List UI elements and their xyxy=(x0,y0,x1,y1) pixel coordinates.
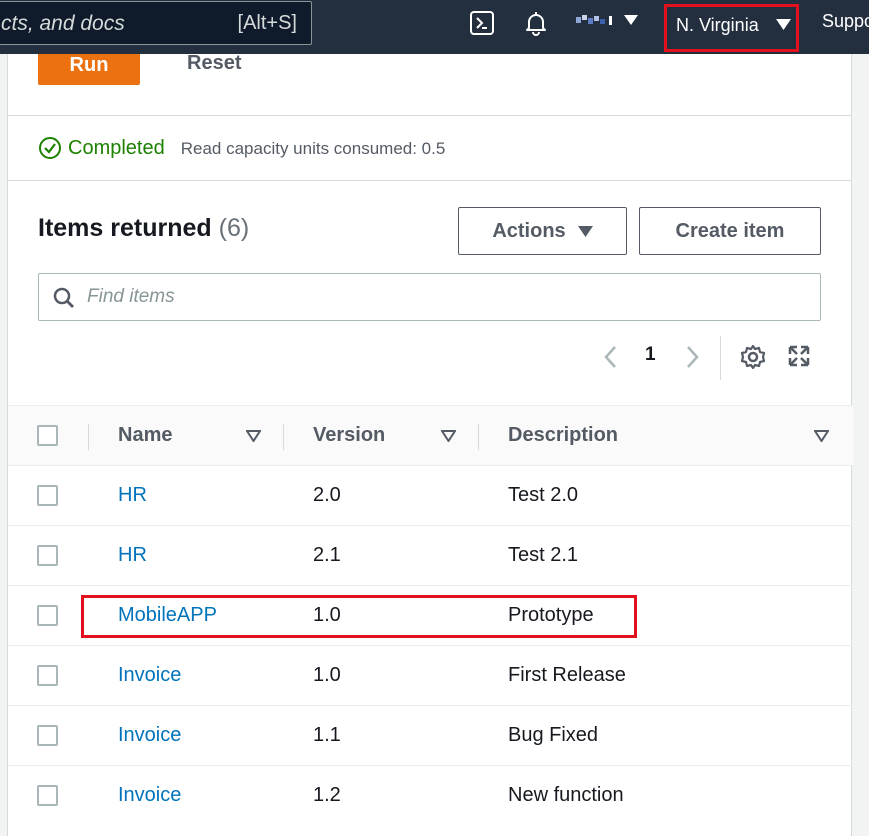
item-link[interactable]: Invoice xyxy=(118,664,181,686)
sort-icon[interactable] xyxy=(441,430,456,442)
actions-button[interactable]: Actions xyxy=(458,207,627,255)
search-input-text: cts, and docs xyxy=(1,12,125,35)
row-select-cell xyxy=(8,705,88,766)
query-status: Completed Read capacity units consumed: … xyxy=(38,136,445,160)
item-link[interactable]: Invoice xyxy=(118,724,181,746)
column-header-label: Description xyxy=(508,424,619,446)
row-select-cell xyxy=(8,525,88,586)
row-checkbox[interactable] xyxy=(37,605,58,627)
item-link[interactable]: HR xyxy=(118,484,147,506)
table-row[interactable]: HR 2.1 Test 2.1 xyxy=(8,525,853,586)
previous-page-icon[interactable] xyxy=(603,345,617,369)
items-table: Name Version Description HR 2.0 Test 2.0… xyxy=(8,405,853,826)
check-circle-icon xyxy=(39,137,61,159)
column-separator xyxy=(283,424,284,450)
items-title: Items returned xyxy=(38,214,212,242)
name-cell: Invoice xyxy=(88,765,283,826)
name-cell: Invoice xyxy=(88,645,283,706)
chevron-down-icon xyxy=(577,225,593,237)
row-select-cell xyxy=(8,645,88,706)
reset-button[interactable]: Reset xyxy=(187,52,241,75)
version-cell: 1.1 xyxy=(283,705,478,766)
table-header-row: Name Version Description xyxy=(8,405,853,466)
table-row[interactable]: Invoice 1.0 First Release xyxy=(8,645,853,706)
column-header-description[interactable]: Description xyxy=(478,405,853,466)
name-cell: HR xyxy=(88,465,283,526)
cloudshell-icon[interactable] xyxy=(469,10,495,36)
row-checkbox[interactable] xyxy=(37,725,58,747)
fullscreen-icon[interactable] xyxy=(787,344,811,368)
version-cell: 2.0 xyxy=(283,465,478,526)
gear-icon[interactable] xyxy=(740,344,766,370)
account-avatar-icon xyxy=(576,15,612,25)
description-cell: Prototype xyxy=(478,585,853,646)
row-checkbox[interactable] xyxy=(37,545,58,567)
bell-icon[interactable] xyxy=(523,10,549,36)
description-cell: New function xyxy=(478,765,853,826)
column-separator xyxy=(478,424,479,450)
row-select-cell xyxy=(8,585,88,646)
account-menu[interactable] xyxy=(576,13,638,27)
row-select-cell xyxy=(8,765,88,826)
search-shortcut-hint: [Alt+S] xyxy=(237,12,297,34)
region-chevron-down-icon xyxy=(775,19,791,30)
divider xyxy=(8,180,851,181)
region-selector[interactable]: N. Virginia xyxy=(664,4,799,52)
status-text: Completed xyxy=(68,136,165,159)
items-count: (6) xyxy=(218,214,250,242)
find-items-input[interactable]: Find items xyxy=(38,273,821,321)
name-cell: MobileAPP xyxy=(88,585,283,646)
divider xyxy=(8,115,851,116)
description-cell: First Release xyxy=(478,645,853,706)
column-separator xyxy=(88,424,89,450)
item-link[interactable]: Invoice xyxy=(118,784,181,806)
select-all-checkbox[interactable] xyxy=(37,425,58,447)
run-button[interactable]: Run xyxy=(38,54,140,85)
actions-label: Actions xyxy=(492,219,566,242)
table-row[interactable]: Invoice 1.1 Bug Fixed xyxy=(8,705,853,766)
items-heading: Items returned (6) xyxy=(38,214,249,243)
column-header-label: Name xyxy=(118,424,173,446)
search-icon xyxy=(53,287,74,308)
table-row[interactable]: MobileAPP 1.0 Prototype xyxy=(8,585,853,646)
name-cell: HR xyxy=(88,525,283,586)
create-item-button[interactable]: Create item xyxy=(639,207,821,255)
description-cell: Test 2.0 xyxy=(478,465,853,526)
version-cell: 1.0 xyxy=(283,585,478,646)
create-item-label: Create item xyxy=(675,219,785,242)
column-header-name[interactable]: Name xyxy=(88,405,283,466)
account-chevron-down-icon xyxy=(624,15,638,25)
current-page[interactable]: 1 xyxy=(645,344,656,366)
query-results-panel: Run Reset Completed Read capacity units … xyxy=(7,52,853,836)
region-label: N. Virginia xyxy=(676,15,759,35)
row-select-cell xyxy=(8,465,88,526)
column-header-version[interactable]: Version xyxy=(283,405,478,466)
version-cell: 2.1 xyxy=(283,525,478,586)
item-link[interactable]: HR xyxy=(118,544,147,566)
find-items-placeholder: Find items xyxy=(87,286,175,307)
description-cell: Test 2.1 xyxy=(478,525,853,586)
description-cell: Bug Fixed xyxy=(478,705,853,766)
table-row[interactable]: HR 2.0 Test 2.0 xyxy=(8,465,853,526)
column-header-label: Version xyxy=(313,424,386,446)
global-search-input[interactable]: cts, and docs [Alt+S] xyxy=(0,1,312,45)
version-cell: 1.2 xyxy=(283,765,478,826)
status-detail: Read capacity units consumed: 0.5 xyxy=(180,139,446,158)
select-all-cell xyxy=(8,405,88,466)
top-navigation-bar: cts, and docs [Alt+S] N. Virginia Suppo xyxy=(0,0,869,54)
sort-icon[interactable] xyxy=(814,430,829,442)
support-menu[interactable]: Suppo xyxy=(822,11,869,32)
row-checkbox[interactable] xyxy=(37,485,58,507)
row-checkbox[interactable] xyxy=(37,785,58,807)
divider xyxy=(720,336,721,380)
table-row[interactable]: Invoice 1.2 New function xyxy=(8,765,853,826)
next-page-icon[interactable] xyxy=(686,345,700,369)
row-checkbox[interactable] xyxy=(37,665,58,687)
name-cell: Invoice xyxy=(88,705,283,766)
sort-icon[interactable] xyxy=(246,430,261,442)
item-link[interactable]: MobileAPP xyxy=(118,604,217,626)
version-cell: 1.0 xyxy=(283,645,478,706)
